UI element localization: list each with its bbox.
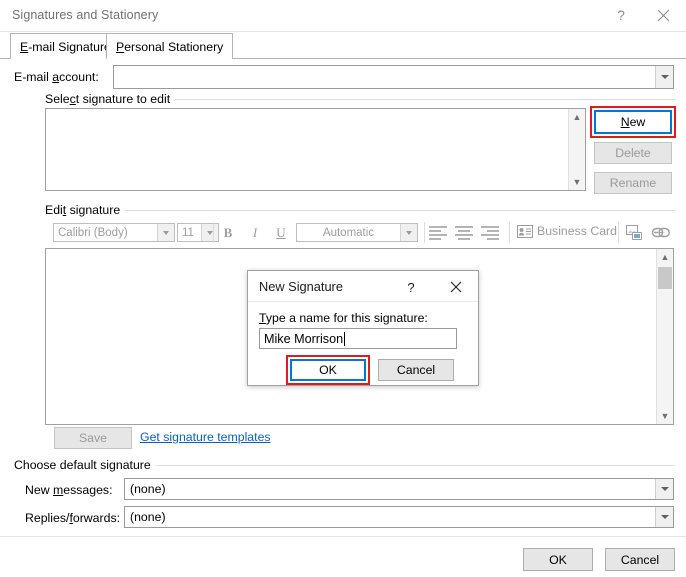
insert-picture-icon	[624, 223, 646, 243]
new-signature-ok-button[interactable]: OK	[290, 359, 366, 381]
tab-personal-stationery-label: Personal Stationery	[116, 39, 224, 54]
default-signature-group-line	[150, 465, 675, 466]
new-messages-combo[interactable]: (none)	[124, 478, 674, 500]
close-icon[interactable]	[642, 0, 684, 30]
signature-list-scrollbar[interactable]: ▲ ▼	[568, 109, 585, 190]
signatures-and-stationery-dialog: Signatures and Stationery ? E-mail Signa…	[0, 0, 686, 577]
font-family-combo: Calibri (Body)	[53, 223, 175, 242]
replies-forwards-chevron-down-icon[interactable]	[655, 507, 673, 527]
signature-list[interactable]: ▲ ▼	[45, 108, 586, 191]
new-signature-help-icon[interactable]: ?	[401, 277, 421, 297]
toolbar-separator-3	[509, 222, 510, 243]
scroll-down-icon[interactable]: ▼	[569, 174, 585, 190]
toolbar-separator-2	[424, 222, 425, 243]
underline-label: U	[276, 224, 286, 240]
title-bar: Signatures and Stationery ?	[0, 0, 686, 32]
new-signature-dialog: New Signature ? Type a name for this sig…	[247, 270, 479, 386]
delete-signature-button-label: Delete	[615, 146, 651, 160]
rename-signature-button-label: Rename	[609, 176, 657, 190]
font-size-chevron-down-icon	[201, 224, 218, 241]
select-signature-group-label: Select signature to edit	[45, 92, 176, 106]
email-account-chevron-down-icon[interactable]	[655, 66, 673, 88]
bold-button: B	[218, 223, 238, 242]
new-signature-title: New Signature	[259, 279, 343, 294]
new-signature-help-glyph: ?	[407, 279, 415, 295]
save-signature-button: Save	[54, 427, 132, 449]
new-messages-chevron-down-icon[interactable]	[655, 479, 673, 499]
signature-name-value: Mike Morrison	[264, 331, 344, 346]
signature-name-input[interactable]: Mike Morrison	[259, 328, 457, 349]
editor-scroll-down-icon[interactable]: ▼	[657, 408, 673, 424]
new-signature-ok-label: OK	[319, 363, 337, 377]
new-signature-button[interactable]: New	[594, 110, 672, 134]
business-card-button: Business Card	[517, 224, 617, 238]
font-color-chevron-down-icon	[400, 224, 417, 241]
new-messages-value: (none)	[130, 482, 166, 496]
dialog-ok-button[interactable]: OK	[523, 548, 593, 571]
rename-signature-button: Rename	[594, 172, 672, 194]
align-center-icon	[455, 226, 473, 242]
editor-scroll-up-icon[interactable]: ▲	[657, 249, 673, 265]
font-size-value: 11	[182, 226, 194, 239]
new-signature-cancel-button[interactable]: Cancel	[378, 359, 454, 381]
italic-button: I	[245, 223, 265, 242]
help-glyph: ?	[617, 7, 625, 23]
email-account-combo[interactable]	[113, 65, 674, 89]
dialog-cancel-button[interactable]: Cancel	[605, 548, 675, 571]
get-signature-templates-link[interactable]: Get signature templates	[140, 430, 271, 444]
align-left-icon	[429, 226, 447, 242]
edit-signature-group-line	[124, 210, 675, 211]
toolbar-separator-1	[213, 222, 214, 243]
edit-signature-group-label: Edit signature	[45, 203, 126, 217]
font-color-combo: Automatic	[296, 223, 418, 242]
default-signature-group-label: Choose default signature	[14, 458, 156, 472]
font-color-value: Automatic	[322, 226, 375, 239]
delete-signature-button: Delete	[594, 142, 672, 164]
window-title: Signatures and Stationery	[12, 8, 159, 22]
replies-forwards-combo[interactable]: (none)	[124, 506, 674, 528]
italic-label: I	[252, 224, 258, 240]
signature-editor-scrollbar[interactable]: ▲ ▼	[656, 249, 673, 424]
footer-separator	[0, 536, 686, 537]
dialog-ok-label: OK	[549, 552, 567, 567]
new-signature-button-label: New	[620, 115, 646, 129]
tab-email-signature-label: E-mail Signature	[20, 39, 111, 54]
help-icon[interactable]: ?	[600, 0, 642, 30]
insert-hyperlink-icon	[650, 223, 672, 243]
underline-button: U	[271, 223, 291, 242]
new-signature-prompt: Type a name for this signature:	[259, 311, 428, 325]
replies-forwards-label: Replies/forwards:	[25, 511, 121, 525]
editor-scroll-thumb[interactable]	[658, 267, 672, 289]
new-messages-label: New messages:	[25, 483, 113, 497]
select-signature-group-line	[172, 99, 675, 100]
toolbar-separator-4	[618, 222, 619, 243]
new-signature-close-icon[interactable]	[446, 277, 466, 297]
new-signature-cancel-label: Cancel	[396, 363, 436, 377]
business-card-icon	[517, 224, 533, 238]
tab-strip: E-mail Signature Personal Stationery	[0, 31, 686, 60]
save-signature-button-label: Save	[78, 431, 108, 445]
bold-label: B	[223, 224, 233, 240]
font-family-chevron-down-icon	[157, 224, 174, 241]
dialog-cancel-label: Cancel	[620, 552, 660, 567]
new-signature-title-bar: New Signature ?	[248, 271, 478, 302]
business-card-label: Business Card	[537, 224, 617, 238]
scroll-up-icon[interactable]: ▲	[569, 109, 585, 125]
align-right-icon	[481, 226, 499, 242]
tab-personal-stationery[interactable]: Personal Stationery	[106, 33, 234, 59]
text-caret	[344, 331, 346, 346]
replies-forwards-value: (none)	[130, 510, 166, 524]
email-account-label: E-mail account:	[14, 70, 99, 84]
tab-active-mask	[11, 58, 105, 60]
tab-email-signature[interactable]: E-mail Signature	[10, 33, 121, 59]
font-family-value: Calibri (Body)	[58, 226, 128, 239]
